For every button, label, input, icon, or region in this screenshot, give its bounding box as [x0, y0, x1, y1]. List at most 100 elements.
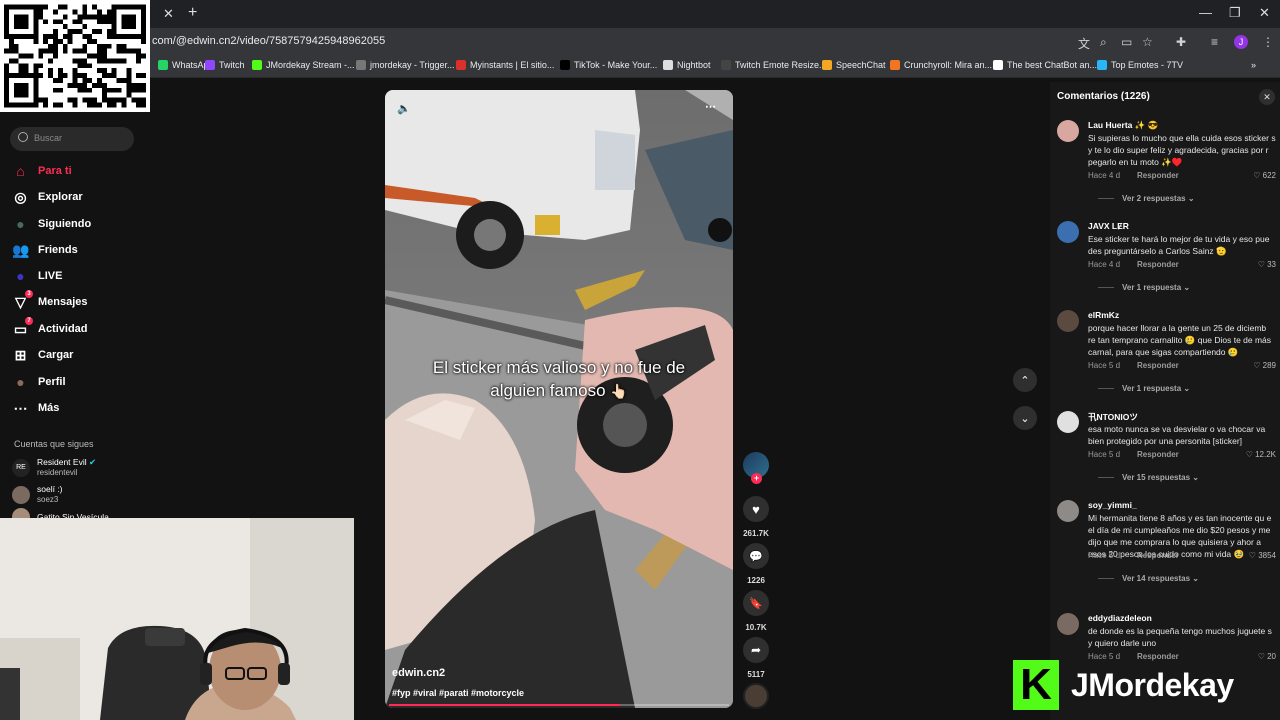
comment-like-button[interactable]: ♡ 33 [1258, 260, 1276, 269]
profile-avatar[interactable]: J [1234, 35, 1248, 49]
profile-icon: ● [16, 373, 25, 390]
previous-video-button[interactable]: ⌃ [1013, 368, 1037, 392]
zoom-icon[interactable]: ⌕ [1100, 35, 1107, 50]
following-accounts-title: Cuentas que sigues [14, 439, 94, 449]
comment-username[interactable]: Lau Huerta ✨ 😎 [1088, 120, 1158, 131]
tab-close-icon[interactable]: ✕ [163, 6, 174, 22]
save-button[interactable]: 🔖 [743, 590, 769, 616]
comment-timestamp: Hace 4 d [1088, 171, 1121, 180]
comment-username[interactable]: soy_yimmi_ [1088, 500, 1137, 510]
video-menu-icon[interactable]: ⋯ [705, 100, 716, 113]
video-author[interactable]: edwin.cn2 [392, 667, 445, 679]
comment-like-button[interactable]: ♡ 289 [1253, 361, 1276, 370]
bookmark-item[interactable]: Top Emotes - 7TV [1097, 60, 1183, 70]
comment-username[interactable]: JAVX LɆR [1088, 221, 1129, 231]
translate-icon[interactable]: 文 [1078, 35, 1090, 52]
bookmark-star-icon[interactable]: ☆ [1142, 35, 1153, 49]
avatar[interactable] [1057, 411, 1079, 433]
bookmark-item[interactable]: Twitch Emote Resize... [721, 60, 827, 70]
bookmark-item[interactable]: Myinstants | El sitio... [456, 60, 554, 70]
avatar[interactable] [1057, 221, 1079, 243]
like-button[interactable]: ♥ [743, 496, 769, 522]
avatar[interactable] [1057, 120, 1079, 142]
sidebar-item-live[interactable]: ● LIVE [12, 266, 62, 286]
sidebar-item-siguiendo[interactable]: ● Siguiendo [12, 214, 91, 234]
reply-button[interactable]: Responder [1137, 450, 1179, 459]
browser-tab-bar: ✕ + — ❐ ✕ [0, 0, 1280, 28]
close-comments-icon[interactable]: ✕ [1259, 89, 1275, 105]
live-icon: ● [16, 267, 25, 284]
view-replies-button[interactable]: Ver 14 respuestas ⌄ [1098, 574, 1199, 583]
bookmark-label: SpeechChat [836, 60, 886, 70]
avatar[interactable] [1057, 310, 1079, 332]
video-hashtags[interactable]: #fyp #viral #parati #motorcycle [392, 688, 524, 698]
account-name: soelí :) [37, 484, 63, 494]
comment-like-button[interactable]: ♡ 20 [1258, 652, 1276, 661]
bookmark-label: Twitch Emote Resize... [735, 60, 827, 70]
bookmark-item[interactable]: SpeechChat [822, 60, 886, 70]
new-tab-icon[interactable]: + [188, 4, 197, 22]
reply-button[interactable]: Responder [1137, 171, 1179, 180]
bookmark-item[interactable]: Nightbot [663, 60, 711, 70]
view-replies-button[interactable]: Ver 1 respuesta ⌄ [1098, 283, 1190, 292]
video-player[interactable]: 🔈 ⋯ El sticker más valioso y no fue de a… [385, 90, 733, 708]
search-placeholder: Buscar [34, 133, 63, 143]
comments-panel: Comentarios (1226) ✕ Lau Huerta ✨ 😎 Si su… [1050, 82, 1280, 720]
tab-search-icon[interactable]: ≡ [1211, 35, 1218, 49]
extensions-icon[interactable]: ✚ [1176, 35, 1186, 49]
restore-icon[interactable]: ❐ [1229, 5, 1241, 21]
comment-like-button[interactable]: ♡ 12.2K [1246, 450, 1276, 459]
sidebar-item-actividad[interactable]: ▭ 7 Actividad [12, 316, 88, 339]
window-close-icon[interactable]: ✕ [1259, 5, 1270, 21]
notification-badge: 3 [25, 289, 33, 298]
comment-text: esa moto nunca se va desvielar o va choc… [1088, 424, 1266, 446]
sidebar-item-label: Friends [38, 244, 78, 256]
share-button[interactable]: ➦ [743, 637, 769, 663]
sidebar-item-cargar[interactable]: ⊞ Cargar [12, 345, 74, 365]
music-disc-icon[interactable] [743, 683, 769, 709]
sidebar-item-mensajes[interactable]: ▽ 3 Mensajes [12, 289, 88, 312]
bookmark-item[interactable]: Twitch [205, 60, 245, 70]
bookmark-item[interactable]: The best ChatBot an... [993, 60, 1097, 70]
more-bookmarks-icon[interactable]: » [1251, 60, 1256, 70]
next-video-button[interactable]: ⌄ [1013, 406, 1037, 430]
sidebar-item-más[interactable]: ⋯ Más [12, 398, 60, 418]
sidebar-item-explorar[interactable]: ◎ Explorar [12, 187, 82, 207]
url-field[interactable]: com/@edwin.cn2/video/7587579425948962055 [152, 35, 385, 47]
reply-button[interactable]: Responder [1137, 551, 1179, 560]
account-item-soeli[interactable]: soelí :) soez3 [12, 484, 63, 505]
bookmark-item[interactable]: jmordekay - Trigger... [356, 60, 455, 70]
volume-icon[interactable]: 🔈 [397, 102, 411, 115]
browser-menu-icon[interactable]: ⋮ [1262, 35, 1274, 49]
bookmark-item[interactable]: JMordekay Stream -... [252, 60, 355, 70]
reply-button[interactable]: Responder [1137, 260, 1179, 269]
cast-icon[interactable]: ▭ [1121, 35, 1132, 49]
comment-username[interactable]: 卂NTONIOツ [1088, 411, 1138, 423]
sidebar-item-para-ti[interactable]: ⌂ Para ti [12, 161, 71, 181]
search-input[interactable]: Buscar [10, 127, 134, 151]
view-replies-button[interactable]: Ver 1 respuesta ⌄ [1098, 384, 1190, 393]
sidebar-item-perfil[interactable]: ● Perfil [12, 372, 65, 392]
account-item-resident-evil[interactable]: RE Resident Evil ✔ residentevil [12, 457, 96, 478]
caption-line-1: El sticker más valioso y no fue de [432, 358, 686, 377]
follow-plus-icon[interactable]: + [751, 473, 762, 484]
minimize-icon[interactable]: — [1199, 5, 1212, 20]
heart-icon: ♥ [752, 501, 760, 517]
reply-button[interactable]: Responder [1137, 361, 1179, 370]
avatar[interactable] [1057, 613, 1079, 635]
comment-button[interactable]: 💬 [743, 543, 769, 569]
bookmark-favicon-icon [993, 60, 1003, 70]
sidebar-item-friends[interactable]: 👥 Friends [12, 240, 78, 260]
view-replies-button[interactable]: Ver 2 respuestas ⌄ [1098, 194, 1195, 203]
video-caption: El sticker más valioso y no fue de algui… [385, 356, 733, 403]
view-replies-button[interactable]: Ver 15 respuestas ⌄ [1098, 473, 1199, 482]
bookmark-item[interactable]: Crunchyroll: Mira an... [890, 60, 992, 70]
video-progress-bar[interactable] [389, 704, 729, 706]
comment-username[interactable]: elRmKz [1088, 310, 1119, 320]
heart-outline-icon: ♡ [1248, 551, 1259, 560]
avatar[interactable] [1057, 500, 1079, 522]
comment-username[interactable]: eddydiazdeleon [1088, 613, 1152, 623]
comment-like-button[interactable]: ♡ 622 [1253, 171, 1276, 180]
comment-like-button[interactable]: ♡ 3854 [1249, 551, 1276, 560]
bookmark-item[interactable]: TikTok - Make Your... [560, 60, 657, 70]
